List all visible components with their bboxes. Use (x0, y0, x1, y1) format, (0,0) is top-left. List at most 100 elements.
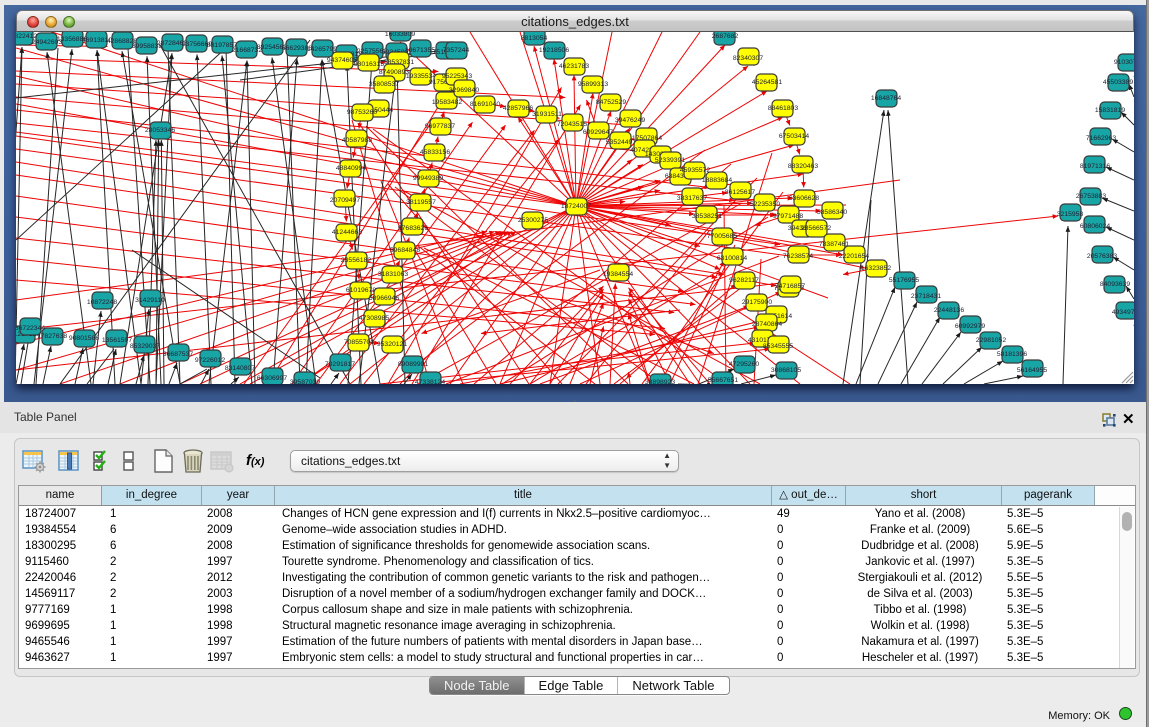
svg-text:24716857: 24716857 (775, 283, 805, 290)
svg-text:10671355: 10671355 (405, 47, 435, 54)
svg-text:85345555: 85345555 (763, 343, 793, 350)
svg-text:23556182: 23556182 (341, 257, 371, 264)
svg-text:29175900: 29175900 (742, 299, 772, 306)
svg-text:63100814: 63100814 (717, 255, 747, 262)
svg-text:16848764: 16848764 (871, 95, 901, 102)
svg-text:66306997: 66306997 (257, 375, 287, 382)
svg-text:55667651: 55667651 (708, 377, 738, 384)
svg-text:70291817: 70291817 (325, 361, 355, 368)
svg-text:46231783: 46231783 (559, 63, 589, 70)
svg-text:77827638: 77827638 (37, 333, 67, 340)
svg-text:20576383: 20576383 (1087, 253, 1117, 260)
svg-text:77005685: 77005685 (707, 233, 737, 240)
svg-text:35808537: 35808537 (369, 81, 399, 88)
svg-text:19218506: 19218506 (539, 47, 569, 54)
svg-text:40587988: 40587988 (342, 137, 372, 144)
svg-text:59684848: 59684848 (390, 247, 420, 254)
svg-text:95320121: 95320121 (377, 341, 407, 348)
svg-text:83140807: 83140807 (225, 365, 255, 372)
svg-text:31931511: 31931511 (532, 111, 562, 118)
svg-text:45935572: 45935572 (680, 167, 710, 174)
svg-text:93016315: 93016315 (354, 61, 384, 68)
svg-text:58966946: 58966946 (369, 295, 399, 302)
svg-text:60992979: 60992979 (955, 323, 985, 330)
svg-text:28740864: 28740864 (752, 321, 782, 328)
svg-text:15831819: 15831819 (1095, 107, 1125, 114)
svg-text:66722344: 66722344 (16, 325, 45, 332)
svg-text:16323852: 16323852 (861, 265, 891, 272)
svg-text:72043515: 72043515 (557, 121, 587, 128)
svg-text:84752529: 84752529 (596, 99, 626, 106)
svg-text:82340307: 82340307 (733, 55, 763, 62)
svg-text:48840994: 48840994 (336, 165, 366, 172)
svg-text:22448136: 22448136 (934, 307, 964, 314)
svg-text:52339391: 52339391 (655, 157, 685, 164)
svg-text:45264581: 45264581 (752, 79, 782, 86)
svg-text:55176955: 55176955 (889, 277, 919, 284)
svg-text:22981052: 22981052 (976, 337, 1006, 344)
svg-text:89089901: 89089901 (398, 361, 428, 368)
svg-text:26753883: 26753883 (1076, 193, 1106, 200)
svg-text:95899313: 95899313 (578, 81, 608, 88)
svg-text:81971316: 81971316 (1080, 163, 1110, 170)
svg-text:60929647: 60929647 (583, 129, 613, 136)
svg-text:67503414: 67503414 (779, 133, 809, 140)
svg-text:78387461: 78387461 (819, 241, 849, 248)
svg-text:49349722: 49349722 (1112, 309, 1134, 316)
svg-text:84093639: 84093639 (1100, 281, 1130, 288)
svg-text:8813054: 8813054 (521, 35, 548, 42)
svg-text:97226012: 97226012 (195, 357, 225, 364)
svg-text:56164955: 56164955 (1017, 367, 1047, 374)
svg-text:31831063: 31831063 (378, 271, 408, 278)
svg-text:70855700: 70855700 (344, 339, 374, 346)
svg-text:41244663: 41244663 (332, 229, 362, 236)
svg-text:28053346: 28053346 (145, 127, 175, 134)
svg-text:25300275: 25300275 (518, 217, 548, 224)
svg-text:95225343: 95225343 (442, 73, 472, 80)
svg-text:96282117: 96282117 (729, 277, 759, 284)
svg-text:32969840: 32969840 (449, 87, 479, 94)
svg-text:96977837: 96977837 (425, 123, 455, 130)
svg-text:45503389: 45503389 (1103, 79, 1133, 86)
svg-text:88461803: 88461803 (768, 105, 798, 112)
svg-text:38538251: 38538251 (692, 213, 722, 220)
svg-text:99949389: 99949389 (413, 175, 443, 182)
svg-text:23718431: 23718431 (911, 293, 941, 300)
svg-text:7357244: 7357244 (443, 47, 470, 54)
svg-text:38119557: 38119557 (406, 199, 436, 206)
svg-text:36687537: 36687537 (163, 351, 193, 358)
svg-text:18883684: 18883684 (702, 177, 732, 184)
svg-text:10872248: 10872248 (87, 299, 117, 306)
svg-text:85329037: 85329037 (130, 343, 160, 350)
svg-text:60806024: 60806024 (1080, 223, 1110, 230)
svg-text:76238574: 76238574 (783, 253, 813, 260)
svg-text:98753260: 98753260 (347, 109, 377, 116)
svg-text:81691040: 81691040 (470, 101, 500, 108)
svg-text:13561597: 13561597 (102, 337, 132, 344)
svg-text:90801586: 90801586 (69, 335, 99, 342)
svg-text:61019678: 61019678 (346, 287, 376, 294)
svg-text:19583482: 19583482 (432, 99, 462, 106)
svg-text:97971488: 97971488 (773, 213, 803, 220)
svg-text:91030736: 91030736 (1114, 59, 1134, 66)
svg-text:71662963: 71662963 (1086, 135, 1116, 142)
svg-text:45833156: 45833156 (420, 149, 450, 156)
svg-text:47308985: 47308985 (359, 315, 389, 322)
svg-text:88320463: 88320463 (788, 163, 818, 170)
svg-text:31429110: 31429110 (135, 297, 165, 304)
svg-text:42857966: 42857966 (503, 105, 533, 112)
svg-text:3215958: 3215958 (1057, 211, 1084, 218)
svg-text:22201654: 22201654 (839, 253, 869, 260)
svg-text:87490893: 87490893 (379, 69, 409, 76)
svg-text:38317637: 38317637 (677, 195, 707, 202)
svg-text:52235350: 52235350 (750, 201, 780, 208)
svg-text:18724007: 18724007 (561, 203, 591, 210)
svg-text:86125617: 86125617 (725, 189, 755, 196)
svg-text:30868105: 30868105 (771, 367, 801, 374)
svg-text:58181396: 58181396 (997, 351, 1027, 358)
svg-text:47295260: 47295260 (729, 361, 759, 368)
svg-text:57683626: 57683626 (398, 225, 428, 232)
svg-text:16033809: 16033809 (385, 32, 415, 38)
svg-text:58586340: 58586340 (817, 209, 847, 216)
svg-text:28566572: 28566572 (801, 225, 831, 232)
